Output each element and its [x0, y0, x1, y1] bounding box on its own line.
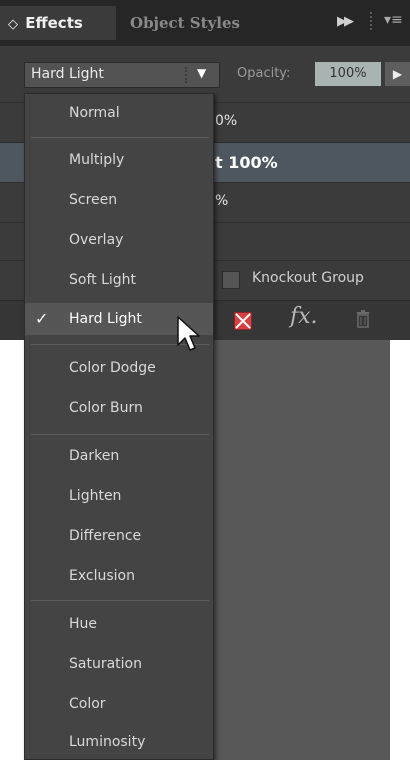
menu-item-label: Screen [69, 192, 118, 208]
menu-item-soft-light[interactable]: Soft Light [25, 264, 213, 296]
menu-item-label: Color Dodge [69, 360, 156, 376]
menu-item-color[interactable]: Color [25, 688, 213, 720]
menu-divider [31, 137, 209, 138]
blend-mode-select[interactable]: Hard Light ▼ [24, 62, 220, 88]
menu-item-screen[interactable]: Screen [25, 184, 213, 216]
menu-item-saturation[interactable]: Saturation [25, 648, 213, 680]
chevron-down-icon[interactable]: ▼ [197, 66, 206, 80]
menu-divider [31, 434, 209, 435]
tab-effects[interactable]: ◇ Effects [0, 6, 116, 40]
document-canvas [212, 340, 390, 760]
menu-divider [31, 600, 209, 601]
menu-item-difference[interactable]: Difference [25, 520, 213, 552]
knockout-group-checkbox[interactable] [222, 271, 240, 289]
menu-item-color-dodge[interactable]: Color Dodge [25, 352, 213, 384]
menu-item-label: Exclusion [69, 568, 135, 584]
knockout-group-label: Knockout Group [252, 270, 364, 286]
select-divider [185, 67, 193, 83]
menu-item-label: Color [69, 696, 106, 712]
menu-item-normal[interactable]: Normal [25, 97, 213, 129]
menu-item-label: Normal [69, 105, 120, 121]
tab-effects-label: Effects [25, 14, 83, 32]
menu-item-label: Overlay [69, 232, 124, 248]
menu-item-overlay[interactable]: Overlay [25, 224, 213, 256]
menu-item-label: Soft Light [69, 272, 137, 288]
fx-icon[interactable]: fx. [290, 304, 318, 329]
tab-bar: ◇ Effects Object Styles ▶▶ ▾≡ [0, 0, 410, 47]
menu-item-label: Hard Light [69, 311, 142, 327]
menu-item-exclusion[interactable]: Exclusion [25, 560, 213, 592]
menu-item-label: Multiply [69, 152, 125, 168]
menu-item-label: Saturation [69, 656, 142, 672]
blend-mode-value: Hard Light [31, 66, 104, 82]
opacity-input[interactable]: 100% [315, 62, 381, 86]
blend-mode-dropdown: Normal Multiply Screen Overlay Soft Ligh… [24, 93, 214, 760]
menu-item-label: Luminosity [69, 734, 146, 750]
checkmark-icon: ✓ [35, 309, 49, 328]
menu-item-luminosity[interactable]: Luminosity [25, 726, 213, 758]
trash-icon[interactable] [356, 310, 370, 328]
menu-item-label: Difference [69, 528, 142, 544]
panel-menu-icon[interactable]: ▾≡ [384, 12, 403, 28]
row-value: % [215, 193, 229, 209]
mouse-pointer-icon [177, 316, 200, 351]
menu-item-lighten[interactable]: Lighten [25, 480, 213, 512]
menu-item-label: Lighten [69, 488, 122, 504]
panel-expand-icon[interactable]: ▶▶ [337, 14, 354, 29]
row-value: t 100% [215, 153, 278, 172]
clear-effects-icon[interactable] [234, 312, 252, 330]
panel-collapse-icon[interactable]: ◇ [8, 17, 18, 32]
row-value: 0% [215, 113, 238, 129]
tab-object-styles[interactable]: Object Styles [130, 6, 240, 40]
menu-item-label: Darken [69, 448, 120, 464]
menu-item-label: Hue [69, 616, 98, 632]
opacity-slider-toggle[interactable]: ▶ [385, 62, 410, 86]
menu-item-hue[interactable]: Hue [25, 608, 213, 640]
panel-grip-icon[interactable] [370, 12, 380, 30]
opacity-label: Opacity: [237, 66, 291, 81]
menu-item-color-burn[interactable]: Color Burn [25, 392, 213, 424]
menu-item-darken[interactable]: Darken [25, 440, 213, 472]
menu-item-multiply[interactable]: Multiply [25, 144, 213, 176]
menu-item-label: Color Burn [69, 400, 143, 416]
